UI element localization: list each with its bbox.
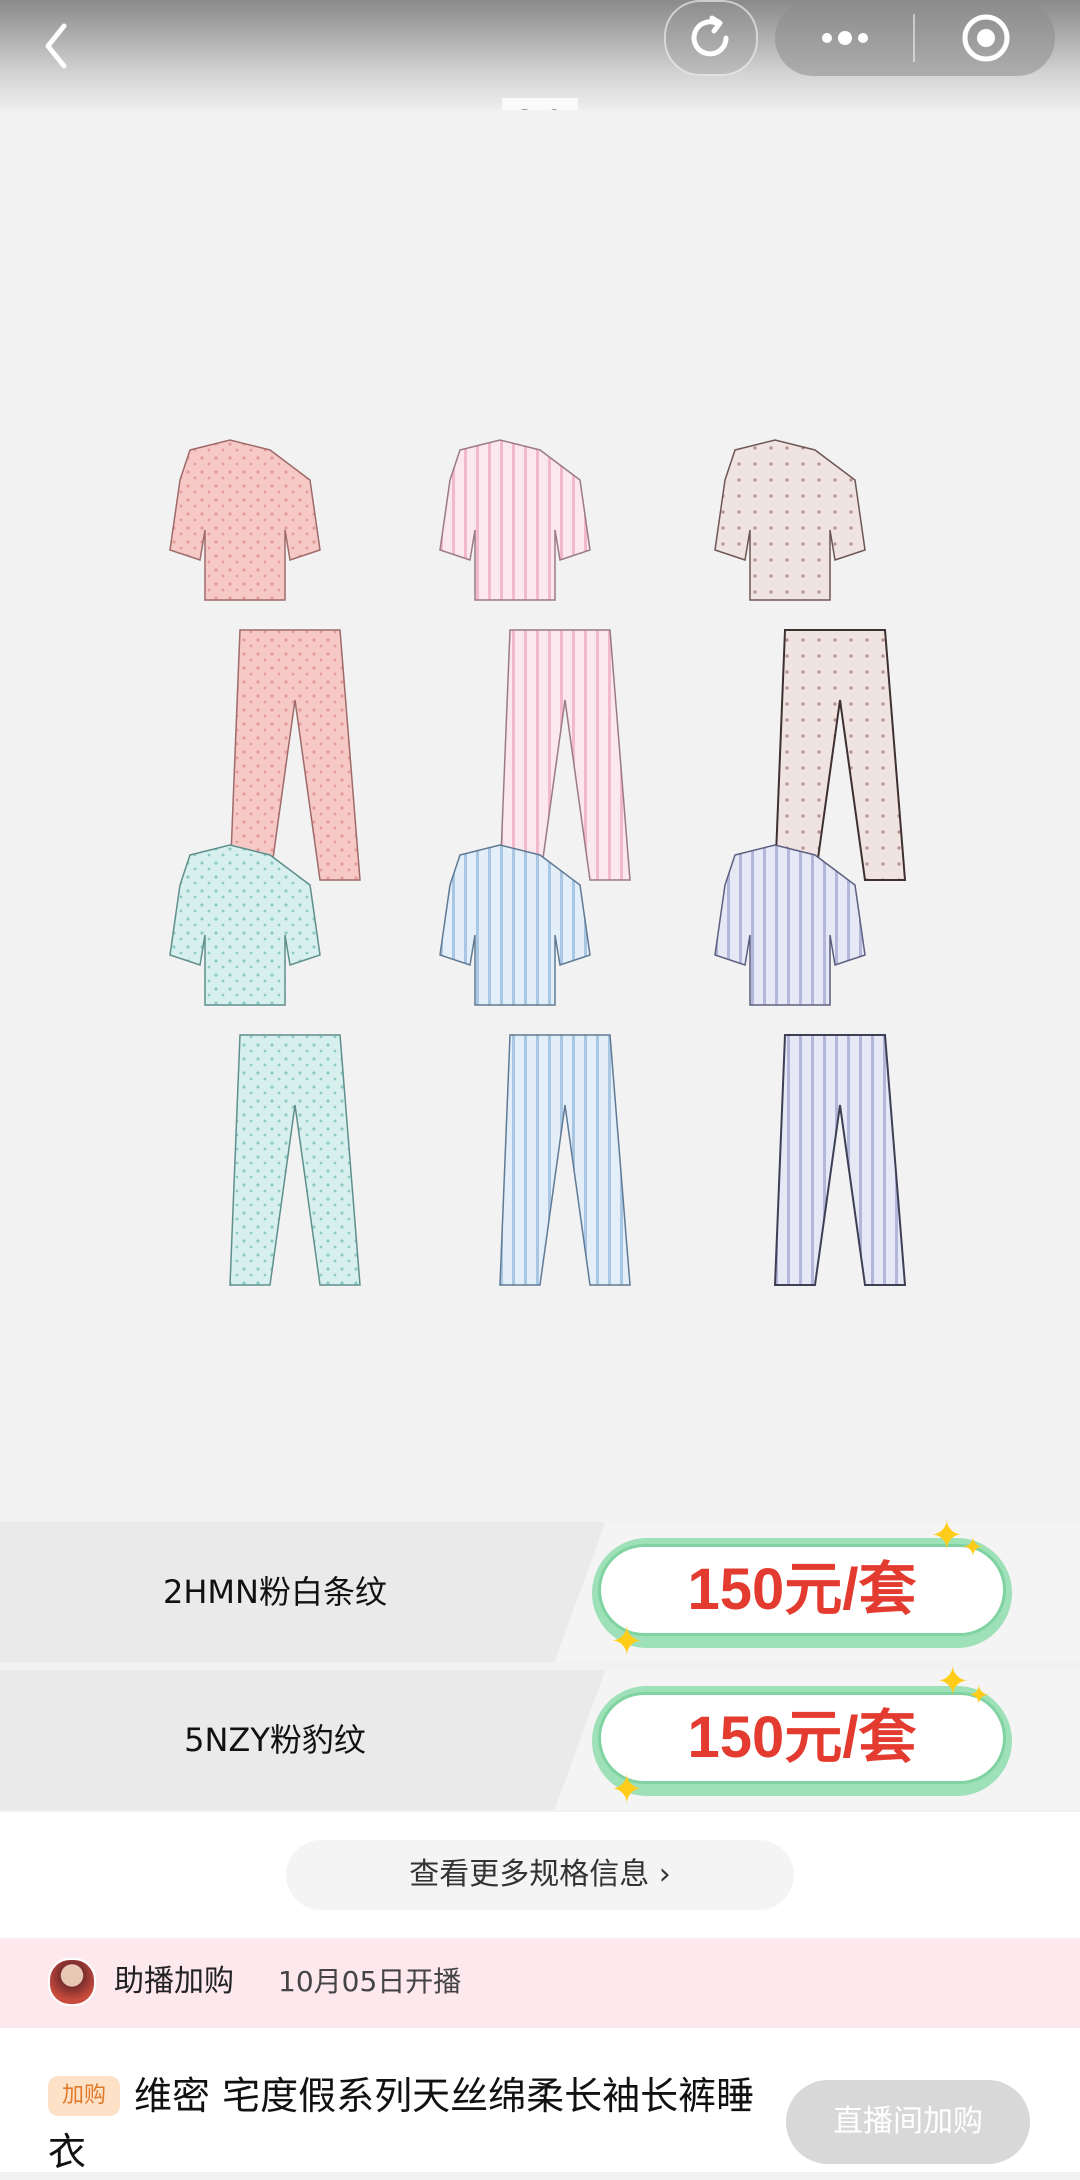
spec-name: 5NZY粉豹纹	[184, 1721, 366, 1759]
sparkle-icon: ✦	[968, 1681, 990, 1711]
chevron-left-icon	[45, 23, 67, 69]
product-image[interactable]	[0, 110, 1080, 1510]
spec-row-2[interactable]: 5NZY粉豹纹 150元/套 ✦ ✦ ✦	[0, 1662, 1080, 1813]
mini-program-capsule	[775, 0, 1055, 76]
live-add-button[interactable]: 直播间加购	[786, 2080, 1030, 2164]
price-label: 150元/套	[598, 1692, 1006, 1784]
more-specs-button[interactable]: 查看更多规格信息 ›	[286, 1840, 794, 1910]
back-button[interactable]	[28, 12, 88, 72]
refresh-icon	[691, 15, 729, 57]
sparkle-icon: ✦	[962, 1533, 984, 1563]
spec-row-1[interactable]: 2HMN粉白条纹 150元/套 ✦ ✦ ✦	[0, 1516, 1080, 1665]
spec-name: 2HMN粉白条纹	[163, 1573, 387, 1611]
more-dots-icon[interactable]	[815, 18, 875, 58]
sparkle-icon: ✦	[610, 1767, 644, 1813]
sparkle-icon: ✦	[936, 1659, 970, 1705]
refresh-button[interactable]	[664, 0, 758, 76]
live-title: 助播加购	[114, 1964, 234, 1999]
pajama-set-image	[169, 439, 907, 1286]
live-date: 10月05日开播	[278, 1965, 462, 1998]
product-title: 维密 宅度假系列天丝绵柔长袖长裤睡衣	[48, 2074, 755, 2174]
capsule-divider	[913, 14, 915, 62]
sparkle-icon: ✦	[610, 1619, 644, 1665]
sparkle-icon: ✦	[930, 1513, 964, 1559]
target-circle-icon[interactable]	[958, 10, 1014, 66]
avatar	[48, 1958, 96, 2006]
